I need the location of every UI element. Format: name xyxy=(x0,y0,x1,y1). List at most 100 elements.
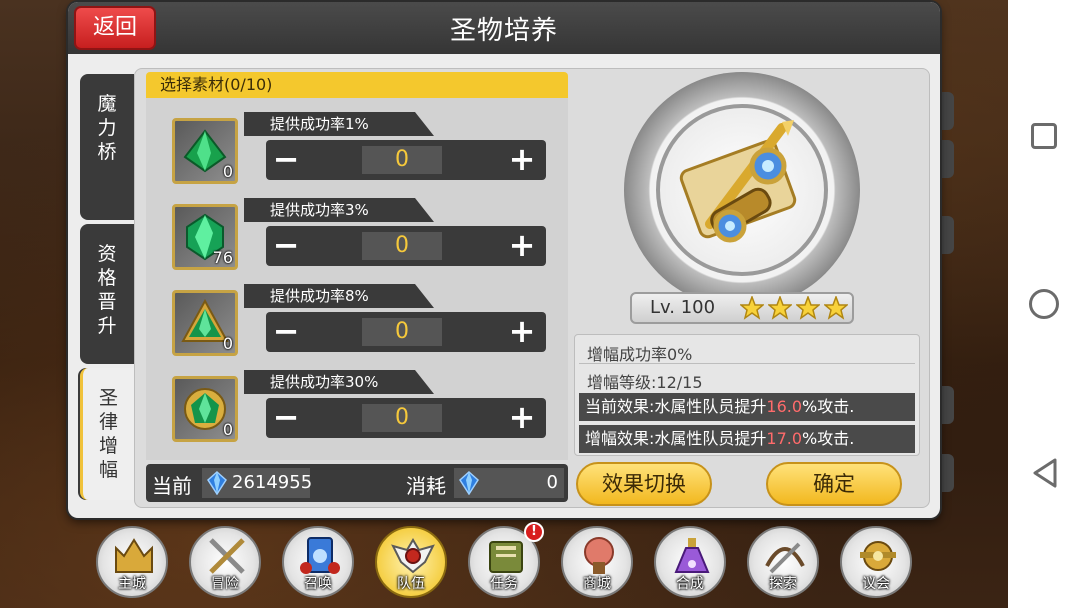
material-slot[interactable]: 76 xyxy=(172,204,238,270)
summon-card-icon xyxy=(300,537,340,574)
menu-team[interactable]: 队伍 xyxy=(375,526,447,598)
divider xyxy=(579,363,915,364)
menu-label: 合成 xyxy=(676,576,704,592)
crossed-swords-icon xyxy=(209,538,245,574)
golden-scroll-telescope-icon xyxy=(679,120,797,243)
menu-main-city[interactable]: 主城 xyxy=(96,526,168,598)
increment-button[interactable]: + xyxy=(502,140,542,180)
current-balance-value: 2614955 xyxy=(232,472,313,493)
current-effect-value: 16.0 xyxy=(766,397,803,416)
edge-tab xyxy=(940,216,954,254)
currency-bar: 当前 2614955 消耗 0 xyxy=(146,464,568,502)
page-title: 圣物培养 xyxy=(449,16,558,46)
current-effect-text: 当前效果:水属性队员提升 xyxy=(585,397,767,416)
menu-quest[interactable]: ! 任务 xyxy=(468,522,544,598)
material-row: 0 提供成功率8% − 0 + xyxy=(162,280,550,360)
current-effect: 当前效果:水属性队员提升16.0%攻击. xyxy=(579,393,915,421)
material-rate-label: 提供成功率8% xyxy=(244,284,434,308)
material-count: 0 xyxy=(222,420,233,439)
menu-adventure[interactable]: 冒险 xyxy=(189,526,261,598)
small-green-crystal-icon xyxy=(183,129,227,173)
amplified-effect-suffix: %攻击. xyxy=(802,429,855,448)
menu-summon[interactable]: 召唤 xyxy=(282,526,354,598)
material-row: 76 提供成功率3% − 0 + xyxy=(162,194,550,274)
quantity-value[interactable]: 0 xyxy=(362,404,442,432)
star-icon xyxy=(796,296,820,320)
title-bar: 圣物培养 返回 xyxy=(68,2,940,54)
menu-label: 冒险 xyxy=(211,576,239,592)
amplify-stats: 增幅成功率0% 增幅等级:12/15 当前效果:水属性队员提升16.0%攻击. … xyxy=(574,334,920,456)
current-label: 当前 xyxy=(152,474,192,498)
material-row: 0 提供成功率30% − 0 + xyxy=(162,366,550,446)
potion-flask-icon xyxy=(674,538,710,573)
quantity-value[interactable]: 0 xyxy=(362,232,442,260)
material-slot[interactable]: 0 xyxy=(172,290,238,356)
menu-label: 队伍 xyxy=(397,576,425,592)
material-section-header: 选择素材(0/10) xyxy=(146,72,568,98)
current-effect-suffix: %攻击. xyxy=(802,397,855,416)
quest-book-icon xyxy=(489,541,523,573)
menu-label: 召唤 xyxy=(304,576,332,592)
crown-castle-icon xyxy=(115,538,153,573)
star-icon xyxy=(768,296,792,320)
menu-craft[interactable]: 合成 xyxy=(654,526,726,598)
material-slot[interactable]: 0 xyxy=(172,376,238,442)
amplify-level: 增幅等级:12/15 xyxy=(587,373,703,392)
increment-button[interactable]: + xyxy=(502,312,542,352)
relic-level-bar: Lv. 100 xyxy=(630,292,854,324)
menu-shop[interactable]: 商城 xyxy=(561,526,633,598)
material-count: 0 xyxy=(222,334,233,353)
menu-label: 探索 xyxy=(769,576,797,592)
decrement-button[interactable]: − xyxy=(266,398,306,438)
tab-mana-bridge[interactable]: 魔力桥 xyxy=(80,74,134,220)
tab-label: 圣律增幅 xyxy=(98,387,118,481)
material-rate-label: 提供成功率30% xyxy=(244,370,434,394)
edge-tab xyxy=(940,92,954,130)
amplified-effect: 增幅效果:水属性队员提升17.0%攻击. xyxy=(579,425,915,453)
menu-label: 主城 xyxy=(118,576,146,592)
cost-value-box: 0 xyxy=(454,468,564,498)
decrement-button[interactable]: − xyxy=(266,312,306,352)
increment-button[interactable]: + xyxy=(502,398,542,438)
material-slot[interactable]: 0 xyxy=(172,118,238,184)
explore-crossbow-icon xyxy=(765,542,805,574)
edge-tab xyxy=(940,386,954,424)
home-button[interactable] xyxy=(1029,289,1059,319)
material-rate-label: 提供成功率1% xyxy=(244,112,434,136)
recent-apps-button[interactable] xyxy=(1031,123,1057,149)
effect-switch-button[interactable]: 效果切换 xyxy=(576,462,712,506)
system-nav-bar xyxy=(1008,0,1080,608)
relic-frame xyxy=(656,104,828,276)
success-rate: 增幅成功率0% xyxy=(587,345,693,364)
tab-holy-amplify[interactable]: 圣律增幅 xyxy=(80,368,134,500)
menu-council[interactable]: 议会 xyxy=(840,526,912,598)
increment-button[interactable]: + xyxy=(502,226,542,266)
menu-label: 商城 xyxy=(583,576,611,592)
blue-crystal-icon xyxy=(207,471,227,495)
back-button[interactable]: 返回 xyxy=(74,6,156,50)
current-balance: 2614955 xyxy=(202,468,313,498)
cost-label: 消耗 xyxy=(406,474,446,498)
decrement-button[interactable]: − xyxy=(266,226,306,266)
quantity-value[interactable]: 0 xyxy=(362,318,442,346)
council-crest-icon xyxy=(860,541,896,571)
decrement-button[interactable]: − xyxy=(266,140,306,180)
notification-badge: ! xyxy=(524,522,544,542)
winged-emblem-icon xyxy=(391,538,435,574)
relic-training-panel: 圣物培养 返回 魔力桥 资格晋升 圣律增幅 选择素材(0/10) 0 提供成功率… xyxy=(68,2,940,518)
quantity-value[interactable]: 0 xyxy=(362,146,442,174)
confirm-button[interactable]: 确定 xyxy=(766,462,902,506)
material-rate-label: 提供成功率3% xyxy=(244,198,434,222)
back-nav-icon[interactable] xyxy=(1031,458,1059,488)
tab-label: 魔力桥 xyxy=(97,93,117,163)
blue-crystal-icon xyxy=(459,471,479,495)
edge-tab xyxy=(940,140,954,178)
star-icon xyxy=(740,296,764,320)
material-row: 0 提供成功率1% − 0 + xyxy=(162,108,550,188)
menu-explore[interactable]: 探索 xyxy=(747,526,819,598)
gold-green-crystal-icon xyxy=(184,388,226,430)
quantity-stepper: − 0 + xyxy=(266,226,546,266)
tab-qualification-promotion[interactable]: 资格晋升 xyxy=(80,224,134,364)
amplified-effect-text: 增幅效果:水属性队员提升 xyxy=(585,429,767,448)
material-count: 0 xyxy=(222,162,233,181)
